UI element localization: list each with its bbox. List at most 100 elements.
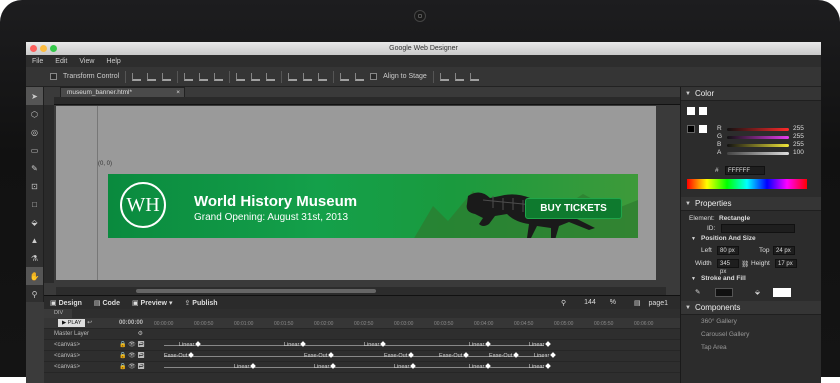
3d-translation-tool-icon[interactable]: ◎ [26, 123, 43, 141]
timeline-layer-row[interactable]: <canvas> 🔒 👁 ↩ Ease-Out Ease-Out Ease-Ou… [44, 351, 680, 362]
stroke-swatch[interactable] [699, 107, 707, 115]
keyframe[interactable]: Linear [394, 364, 415, 370]
timeline-layer-row[interactable]: <canvas> 🔒 👁 ↩ Linear Linear Linear Line… [44, 340, 680, 351]
keyframe[interactable]: Ease-Out [489, 353, 518, 359]
distribute-middle-icon[interactable] [303, 72, 313, 81]
color-spectrum[interactable] [687, 179, 807, 189]
properties-panel-header[interactable]: Properties [681, 197, 821, 211]
distribute-bottom-icon[interactable] [318, 72, 328, 81]
keyframe[interactable]: Linear [534, 353, 555, 359]
preview-button[interactable]: ▣ Preview ▾ [126, 299, 179, 307]
left-input[interactable]: 80 px [717, 246, 739, 255]
fill-swatch[interactable] [687, 107, 695, 115]
master-layer[interactable]: Master Layer ⚙ [44, 329, 149, 340]
device-phone-icon[interactable] [469, 72, 479, 81]
gear-icon[interactable]: ⚙ [138, 329, 143, 340]
align-right-icon[interactable] [162, 72, 172, 81]
keyframe[interactable]: Ease-Out [384, 353, 413, 359]
channel-value[interactable]: 100 [793, 149, 804, 156]
link-icon[interactable]: ⛓ [741, 260, 749, 268]
size-height-icon[interactable] [355, 72, 365, 81]
transform-control-checkbox[interactable] [50, 73, 57, 80]
close-tab-icon[interactable]: × [176, 88, 180, 97]
red-slider[interactable] [727, 128, 789, 131]
keyframe[interactable]: Ease-Out [164, 353, 193, 359]
keyframe[interactable]: Linear [314, 364, 335, 370]
stage-canvas[interactable]: (0, 0) WH World History Museum Grand Ope… [56, 106, 656, 280]
device-desktop-icon[interactable] [439, 72, 449, 81]
play-button[interactable]: ▶ PLAY [58, 318, 86, 327]
keyframe[interactable]: Linear [179, 342, 200, 348]
align-middle-icon[interactable] [199, 72, 209, 81]
keyframe[interactable]: Ease-Out [304, 353, 333, 359]
layer-controls-icon[interactable]: 🔒 👁 ↩ [119, 340, 145, 351]
align-bottom-icon[interactable] [214, 72, 224, 81]
stroke-color-swatch[interactable] [715, 288, 733, 297]
keyframe[interactable]: Linear [234, 364, 255, 370]
alpha-slider[interactable] [727, 152, 789, 155]
top-input[interactable]: 24 px [773, 246, 795, 255]
zoom-level[interactable]: 144 % [572, 299, 628, 306]
menu-edit[interactable]: Edit [55, 58, 67, 65]
horizontal-ruler[interactable] [54, 97, 680, 105]
fill-bucket-tool-icon[interactable]: ⬙ [26, 213, 43, 231]
distribute-top-icon[interactable] [288, 72, 298, 81]
color-swatch[interactable] [687, 125, 695, 133]
channel-value[interactable]: 255 [793, 141, 804, 148]
component-item[interactable]: Tap Area [681, 341, 821, 354]
keyframe[interactable]: Linear [364, 342, 385, 348]
maximize-window-button[interactable] [50, 45, 57, 52]
keyframe[interactable]: Linear [469, 342, 490, 348]
color-panel-header[interactable]: Color [681, 87, 821, 101]
menu-file[interactable]: File [32, 58, 43, 65]
channel-value[interactable]: 255 [793, 133, 804, 140]
keyframe[interactable]: Ease-Out [439, 353, 468, 359]
document-tab[interactable]: museum_banner.html* × [60, 87, 185, 97]
stroke-tool-icon[interactable]: ▲ [26, 231, 43, 249]
fill-color-swatch[interactable] [773, 288, 791, 297]
design-view-button[interactable]: ▣ Design [44, 299, 88, 307]
vertical-ruler[interactable] [44, 105, 54, 283]
layer-controls-icon[interactable]: 🔒 👁 ↩ [119, 351, 145, 362]
id-input[interactable] [721, 224, 795, 233]
shape-tool-icon[interactable]: □ [26, 195, 43, 213]
selection-tool-icon[interactable]: ➤ [26, 87, 43, 105]
device-tablet-icon[interactable] [454, 72, 464, 81]
zoom-tool-icon[interactable]: ⚲ [26, 285, 43, 303]
publish-button[interactable]: ⇪ Publish [178, 299, 223, 307]
horizontal-scrollbar[interactable] [56, 287, 666, 295]
size-width-icon[interactable] [340, 72, 350, 81]
layer-controls-icon[interactable]: 🔒 👁 ↩ [119, 362, 145, 373]
color-swatch[interactable] [699, 125, 707, 133]
height-input[interactable]: 17 px [775, 259, 797, 268]
keyframe[interactable]: Linear [529, 342, 550, 348]
keyframe[interactable]: Linear [469, 364, 490, 370]
loop-icon[interactable]: ↩ [87, 320, 92, 326]
align-top-icon[interactable] [184, 72, 194, 81]
menu-view[interactable]: View [79, 58, 94, 65]
museum-banner[interactable]: WH World History Museum Grand Opening: A… [108, 174, 638, 238]
minimize-window-button[interactable] [40, 45, 47, 52]
text-tool-icon[interactable]: ⊡ [26, 177, 43, 195]
timeline-ruler[interactable]: 00:00:00 00:00:50 00:01:00 00:01:50 00:0… [149, 318, 680, 329]
position-size-section[interactable]: Position And Size [681, 233, 821, 245]
distribute-left-icon[interactable] [236, 72, 246, 81]
hand-tool-icon[interactable]: ✋ [26, 267, 43, 285]
buy-tickets-button[interactable]: BUY TICKETS [525, 198, 622, 219]
close-window-button[interactable] [30, 45, 37, 52]
align-to-stage-checkbox[interactable] [370, 73, 378, 80]
3d-object-rotation-tool-icon[interactable]: ⬡ [26, 105, 43, 123]
align-center-icon[interactable] [147, 72, 157, 81]
width-input[interactable]: 345 px [717, 259, 739, 275]
tag-tool-icon[interactable]: ▭ [26, 141, 43, 159]
blue-slider[interactable] [727, 144, 789, 147]
keyframe[interactable]: Linear [529, 364, 550, 370]
align-left-icon[interactable] [132, 72, 142, 81]
pen-tool-icon[interactable]: ✎ [26, 159, 43, 177]
component-item[interactable]: 360° Gallery [681, 315, 821, 328]
components-panel-header[interactable]: Components [681, 301, 821, 315]
stroke-fill-section[interactable]: Stroke and Fill [681, 273, 821, 285]
timeline-layer-row[interactable]: <canvas> 🔒 👁 ↩ Linear Linear Linear Line… [44, 362, 680, 373]
hex-input[interactable]: FFFFFF [725, 166, 765, 175]
color-picker-tool-icon[interactable]: ⚗ [26, 249, 43, 267]
